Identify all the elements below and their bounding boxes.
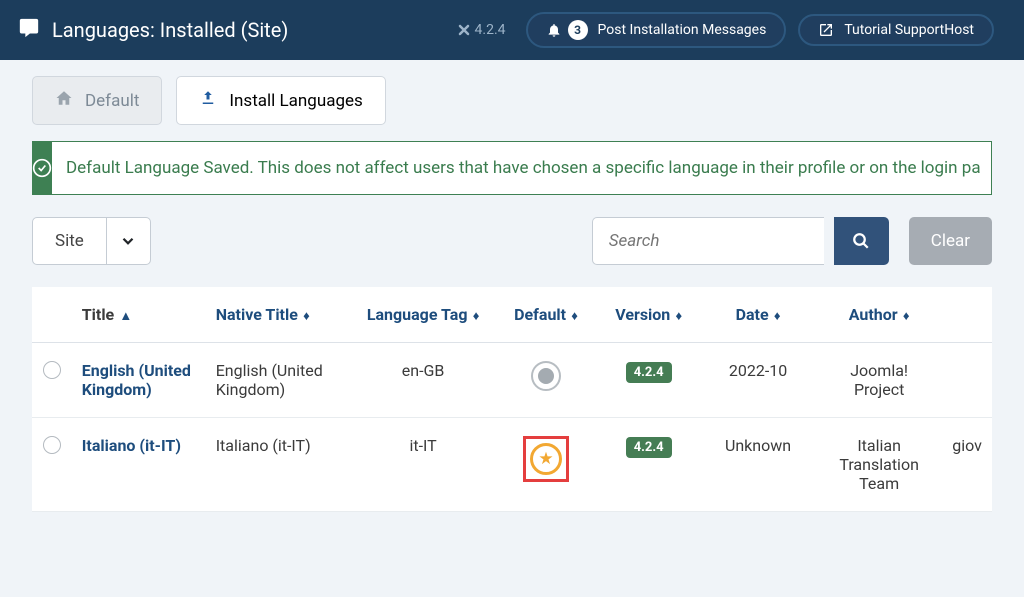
lang-title[interactable]: Italiano (it-IT) [72, 418, 206, 512]
bell-icon [546, 22, 562, 38]
alert-container: Default Language Saved. This does not af… [0, 141, 1024, 195]
lang-default[interactable] [495, 343, 597, 418]
row-select-radio[interactable] [43, 361, 61, 379]
joomla-version: 4.2.4 [457, 22, 506, 38]
version-badge: 4.2.4 [626, 437, 672, 458]
clear-button[interactable]: Clear [909, 217, 992, 265]
chevron-down-icon [106, 218, 150, 264]
default-indicator-icon [531, 361, 561, 391]
col-author[interactable]: Author ♦ [816, 287, 942, 343]
lang-tag: en-GB [351, 343, 494, 418]
home-icon [55, 89, 73, 112]
lang-date: 2022-10 [700, 343, 816, 418]
version-badge: 4.2.4 [626, 362, 672, 383]
comment-icon [18, 17, 40, 43]
lang-author: Joomla! Project [816, 343, 942, 418]
toolbar: Default Install Languages [0, 60, 1024, 141]
tutorial-label: Tutorial SupportHost [844, 22, 974, 38]
post-install-messages-button[interactable]: 3 Post Installation Messages [526, 12, 787, 48]
col-title[interactable]: Title ▲ [72, 287, 206, 343]
col-date[interactable]: Date ♦ [700, 287, 816, 343]
search-input[interactable] [592, 217, 824, 265]
top-header: Languages: Installed (Site) 4.2.4 3 Post… [0, 0, 1024, 60]
install-languages-button[interactable]: Install Languages [176, 76, 385, 125]
row-select-radio[interactable] [43, 436, 61, 454]
lang-author: Italian Translation Team [816, 418, 942, 512]
languages-table: Title ▲ Native Title ♦ Language Tag ♦ De… [32, 287, 992, 512]
filter-row: Site Clear [0, 195, 1024, 287]
col-native-title[interactable]: Native Title ♦ [206, 287, 352, 343]
alert-message: Default Language Saved. This does not af… [52, 158, 992, 178]
lang-native: Italiano (it-IT) [206, 418, 352, 512]
check-circle-icon [32, 142, 52, 194]
tutorial-button[interactable]: Tutorial SupportHost [798, 14, 994, 46]
lang-tag: it-IT [351, 418, 494, 512]
lang-native: English (United Kingdom) [206, 343, 352, 418]
col-default[interactable]: Default ♦ [495, 287, 597, 343]
upload-icon [199, 89, 217, 112]
external-link-icon [818, 22, 834, 38]
notification-count: 3 [568, 20, 588, 40]
client-select[interactable]: Site [32, 217, 151, 265]
table-row: English (United Kingdom) English (United… [32, 343, 992, 418]
search-button[interactable] [834, 217, 889, 265]
default-button: Default [32, 76, 162, 125]
lang-date: Unknown [700, 418, 816, 512]
search-icon [852, 232, 870, 250]
highlighted-default-box: ★ [523, 436, 569, 482]
table-row: Italiano (it-IT) Italiano (it-IT) it-IT … [32, 418, 992, 512]
lang-default[interactable]: ★ [495, 418, 597, 512]
post-install-label: Post Installation Messages [598, 22, 767, 38]
lang-title[interactable]: English (United Kingdom) [72, 343, 206, 418]
languages-table-wrap: Title ▲ Native Title ♦ Language Tag ♦ De… [0, 287, 1024, 512]
page-title: Languages: Installed (Site) [52, 18, 288, 42]
col-version[interactable]: Version ♦ [597, 287, 700, 343]
star-icon: ★ [530, 443, 562, 475]
col-language-tag[interactable]: Language Tag ♦ [351, 287, 494, 343]
success-alert: Default Language Saved. This does not af… [32, 141, 992, 195]
